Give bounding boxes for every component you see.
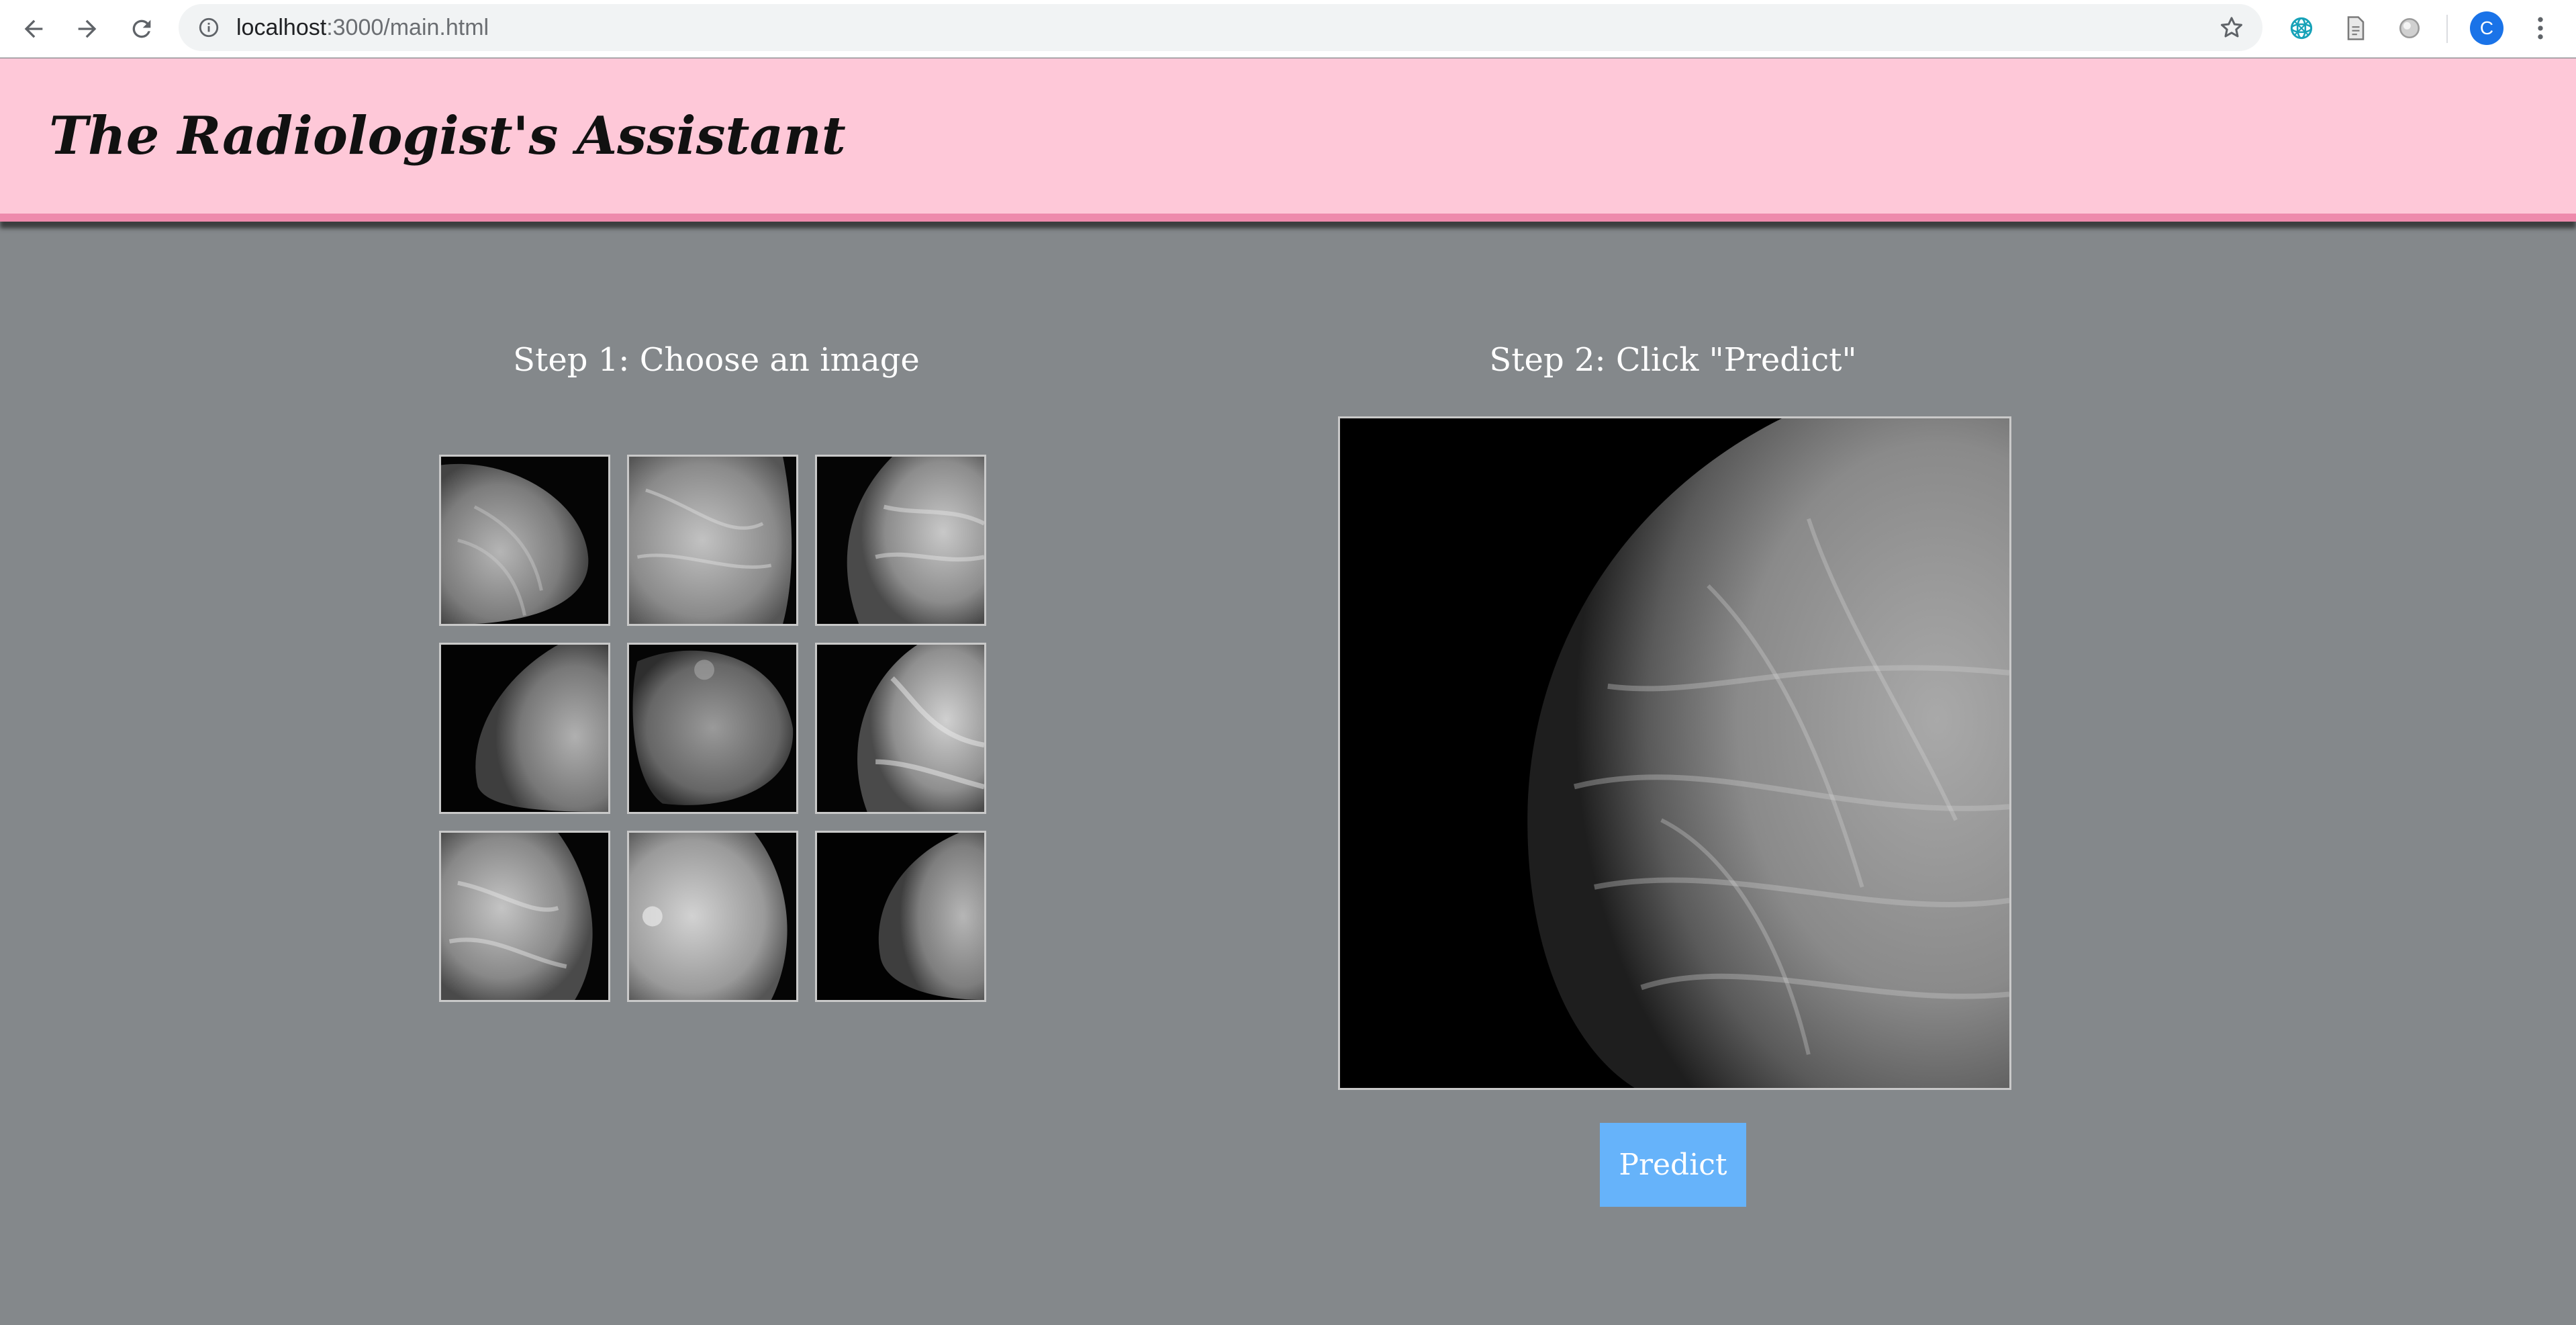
reload-button[interactable] — [121, 8, 162, 50]
avatar[interactable]: C — [2470, 11, 2503, 45]
step2-heading: Step 2: Click "Predict" — [1489, 341, 1857, 379]
document-icon[interactable] — [2341, 13, 2371, 43]
app-header: The Radiologist's Assistant — [0, 58, 2576, 222]
kebab-menu-icon[interactable] — [2526, 13, 2555, 43]
address-bar[interactable]: localhost:3000/main.html — [179, 4, 2262, 51]
mammogram-thumbnail-3[interactable] — [815, 455, 986, 626]
mammogram-thumbnail-1[interactable] — [439, 455, 610, 626]
page-title: The Radiologist's Assistant — [49, 105, 846, 167]
mammogram-thumbnail-6[interactable] — [815, 643, 986, 814]
image-gallery — [439, 455, 987, 1002]
step1-heading: Step 1: Choose an image — [513, 341, 920, 379]
circle-icon[interactable] — [2395, 13, 2424, 43]
mammogram-thumbnail-9[interactable] — [815, 831, 986, 1002]
forward-button[interactable] — [66, 8, 108, 50]
mammogram-thumbnail-8[interactable] — [627, 831, 798, 1002]
mammogram-thumbnail-4[interactable] — [439, 643, 610, 814]
url-text[interactable]: localhost:3000/main.html — [236, 4, 489, 51]
extension-icon[interactable] — [2287, 13, 2316, 43]
browser-toolbar: localhost:3000/main.html C — [0, 0, 2576, 58]
mammogram-thumbnail-7[interactable] — [439, 831, 610, 1002]
reload-icon — [132, 19, 151, 38]
info-icon[interactable] — [197, 16, 220, 39]
forward-arrow-icon — [78, 19, 97, 38]
selected-image-preview — [1338, 416, 2011, 1090]
predict-button[interactable]: Predict — [1600, 1123, 1746, 1207]
mammogram-thumbnail-2[interactable] — [627, 455, 798, 626]
back-arrow-icon — [24, 19, 43, 38]
back-button[interactable] — [13, 8, 54, 50]
mammogram-thumbnail-5[interactable] — [627, 643, 798, 814]
toolbar-divider — [2446, 15, 2448, 43]
star-icon[interactable] — [2218, 14, 2245, 41]
